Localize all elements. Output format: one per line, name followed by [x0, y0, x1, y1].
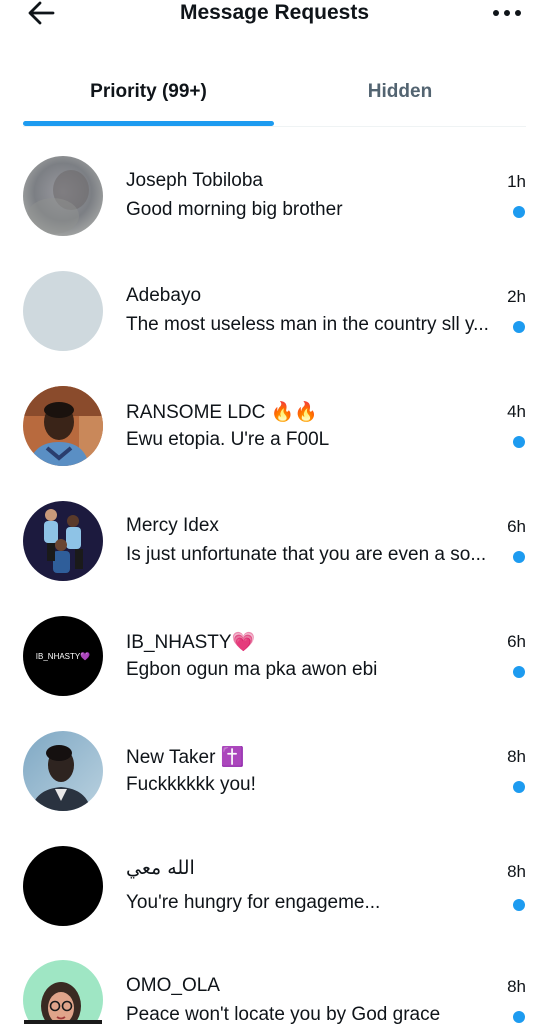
timestamp: 8h: [507, 977, 526, 996]
avatar: [23, 846, 103, 926]
timestamp: 8h: [507, 862, 526, 881]
message-preview: The most useless man in the country sll …: [126, 314, 489, 335]
unread-dot-icon: [513, 436, 525, 448]
timestamp: 2h: [507, 287, 526, 306]
avatar: [23, 501, 103, 581]
active-tab-indicator: [23, 121, 274, 126]
sender-name: Adebayo: [126, 285, 202, 306]
bottom-edge-bar: [24, 1020, 102, 1024]
conversation-row[interactable]: OMO_OLA Peace won't locate you by God gr…: [0, 932, 549, 1024]
message-preview: Egbon ogun ma pka awon ebi: [126, 659, 378, 680]
sender-name: Mercy Idex: [126, 515, 219, 536]
unread-dot-icon: [513, 206, 525, 218]
more-options-button[interactable]: [491, 0, 525, 26]
avatar-text: IB_NHASTY💜: [35, 651, 91, 661]
conversation-row[interactable]: RANSOME LDC 🔥🔥 Ewu etopia. U're a F00L 4…: [0, 357, 549, 472]
unread-dot-icon: [513, 899, 525, 911]
conversation-row[interactable]: Mercy Idex Is just unfortunate that you …: [0, 472, 549, 587]
unread-dot-icon: [513, 666, 525, 678]
timestamp: 8h: [507, 747, 526, 766]
sender-name: RANSOME LDC 🔥🔥: [126, 402, 318, 423]
conversation-row[interactable]: Joseph Tobiloba Good morning big brother…: [0, 127, 549, 242]
avatar: [23, 960, 103, 1024]
message-preview: Is just unfortunate that you are even a …: [126, 544, 487, 565]
conversation-row[interactable]: الله معي You're hungry for engageme... 8…: [0, 817, 549, 932]
unread-dot-icon: [513, 1011, 525, 1023]
message-preview: Peace won't locate you by God grace: [126, 1004, 441, 1024]
sender-name: OMO_OLA: [126, 975, 220, 996]
unread-dot-icon: [513, 321, 525, 333]
avatar: IB_NHASTY💜: [23, 616, 103, 696]
conversation-row[interactable]: New Taker ✝️ Fuckkkkkk you! 8h: [0, 702, 549, 817]
conversation-row[interactable]: IB_NHASTY💜 IB_NHASTY💗 Egbon ogun ma pka …: [0, 587, 549, 702]
timestamp: 6h: [507, 632, 526, 651]
avatar: [23, 156, 103, 236]
sender-name: الله معي: [126, 857, 195, 879]
message-preview: Ewu etopia. U're a F00L: [126, 429, 330, 450]
page-title: Message Requests: [179, 1, 370, 24]
message-preview: You're hungry for engageme...: [126, 892, 381, 913]
avatar: [23, 271, 103, 351]
tab-hidden[interactable]: Hidden: [274, 60, 526, 124]
message-preview: Fuckkkkkk you!: [126, 774, 256, 795]
sender-name: IB_NHASTY💗: [126, 632, 256, 653]
unread-dot-icon: [513, 551, 525, 563]
tab-bar: Priority (99+) Hidden: [23, 60, 526, 127]
timestamp: 1h: [507, 172, 526, 191]
avatar: [23, 731, 103, 811]
more-horizontal-icon: [493, 10, 521, 16]
tab-priority[interactable]: Priority (99+): [23, 60, 274, 124]
timestamp: 4h: [507, 402, 526, 421]
timestamp: 6h: [507, 517, 526, 536]
avatar: [23, 386, 103, 466]
conversation-row[interactable]: Adebayo The most useless man in the coun…: [0, 242, 549, 357]
message-preview: Good morning big brother: [126, 199, 343, 220]
top-bar: Message Requests: [0, 0, 549, 30]
unread-dot-icon: [513, 781, 525, 793]
sender-name: New Taker ✝️: [126, 747, 245, 768]
sender-name: Joseph Tobiloba: [126, 170, 263, 191]
